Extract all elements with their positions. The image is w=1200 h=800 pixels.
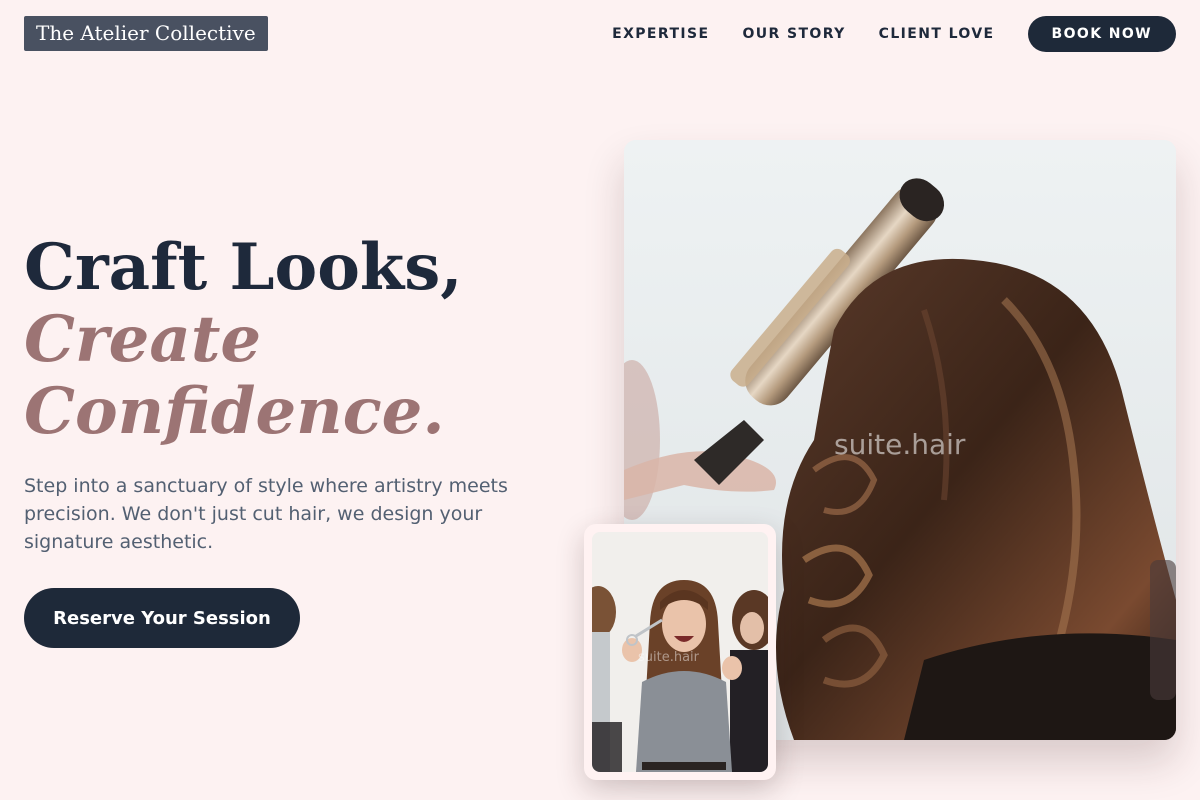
brand-logo[interactable]: The Atelier Collective: [24, 16, 268, 51]
book-now-button[interactable]: BOOK NOW: [1027, 16, 1176, 52]
hero-subtext: Step into a sanctuary of style where art…: [24, 475, 508, 553]
reserve-session-button[interactable]: Reserve Your Session: [24, 588, 300, 648]
headline-line-3: Confidence.: [24, 374, 445, 449]
image-watermark: suite.hair: [834, 428, 966, 461]
nav-link-our-story[interactable]: OUR STORY: [742, 26, 845, 42]
inset-photo: suite.hair: [592, 532, 768, 772]
headline-line-2: Create: [24, 302, 262, 377]
nav-link-client-love[interactable]: CLIENT LOVE: [879, 26, 995, 42]
hero-headline: Craft Looks, Create Confidence.: [24, 232, 564, 448]
headline-line-1: Craft Looks,: [24, 230, 463, 305]
nav-link-expertise[interactable]: EXPERTISE: [612, 26, 709, 42]
inset-photo-frame: suite.hair: [584, 524, 776, 780]
inset-watermark: suite.hair: [638, 650, 700, 665]
main-nav: EXPERTISE OUR STORY CLIENT LOVE BOOK NOW: [612, 16, 1176, 52]
